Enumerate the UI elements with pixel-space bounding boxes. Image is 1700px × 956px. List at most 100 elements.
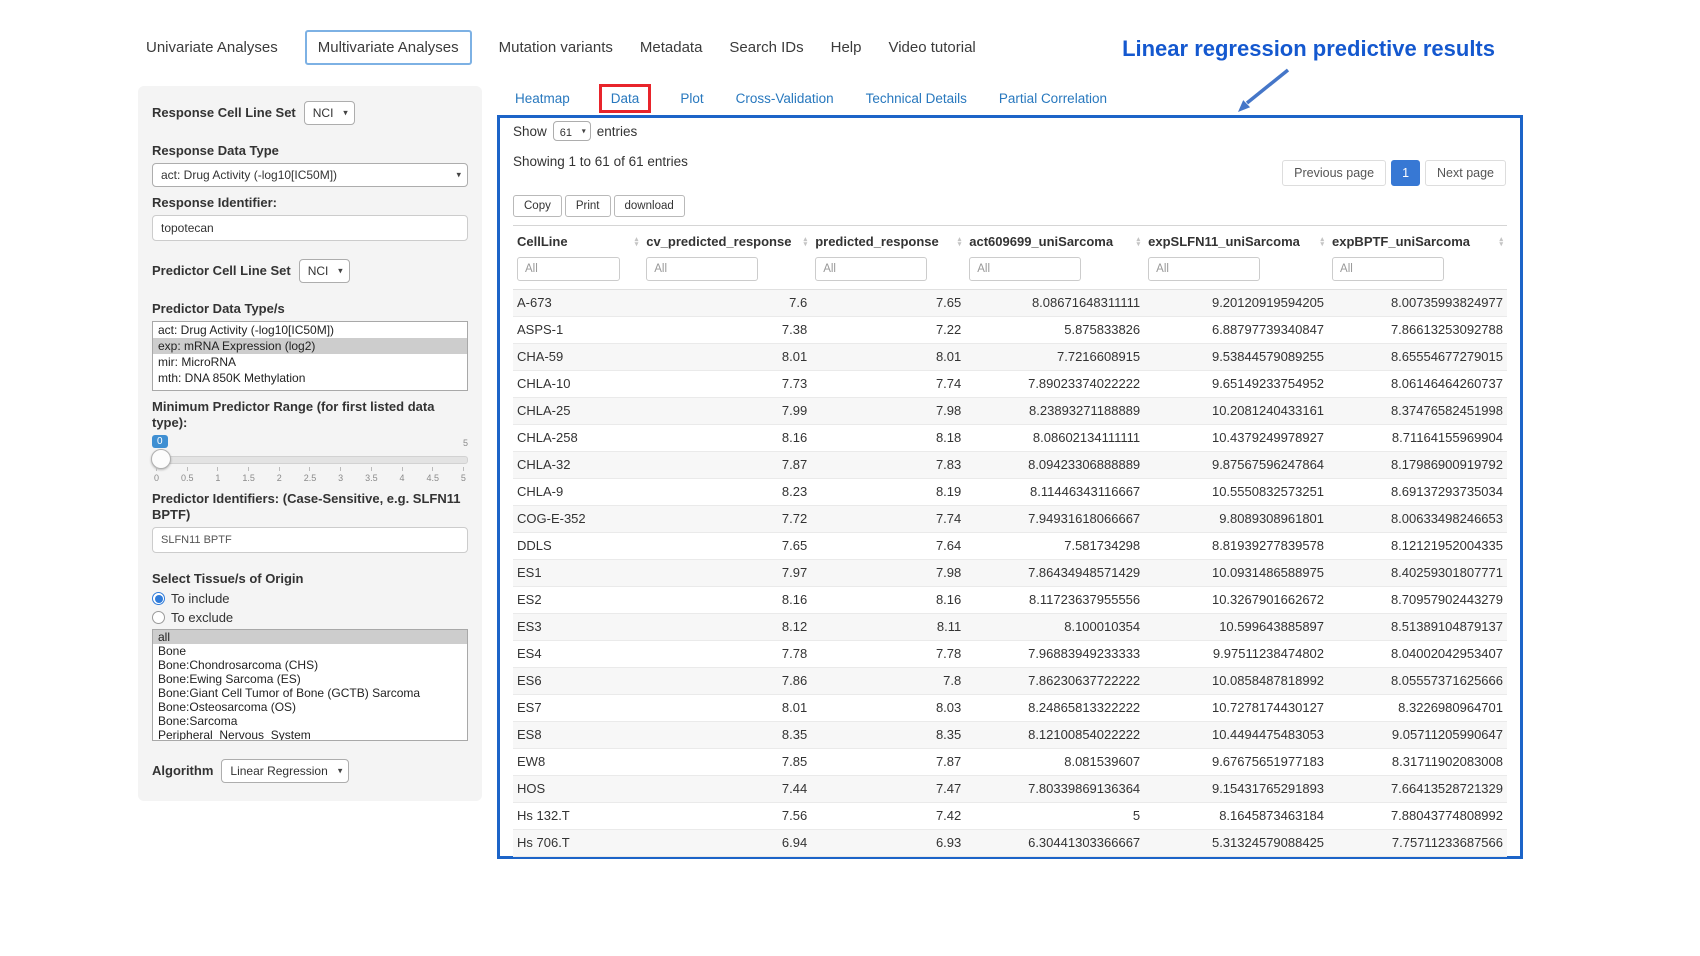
cell-line-value: ES8 bbox=[513, 722, 642, 749]
export-button-copy[interactable]: Copy bbox=[513, 195, 562, 217]
list-option-peripheral-nervous-system[interactable]: Peripheral_Nervous_System bbox=[153, 728, 467, 741]
previous-page-button[interactable]: Previous page bbox=[1282, 160, 1386, 186]
sort-desc-icon: ▾ bbox=[1499, 242, 1503, 247]
column-filter-input[interactable] bbox=[969, 257, 1081, 281]
table-row: ES17.977.987.8643494857142910.0931486588… bbox=[513, 560, 1507, 587]
sort-icon[interactable]: ▴▾ bbox=[958, 237, 962, 247]
nav-item-search-ids[interactable]: Search IDs bbox=[729, 31, 803, 64]
sort-icon[interactable]: ▴▾ bbox=[804, 237, 808, 247]
sort-icon[interactable]: ▴▾ bbox=[1137, 237, 1141, 247]
nav-item-metadata[interactable]: Metadata bbox=[640, 31, 703, 64]
nav-item-video-tutorial[interactable]: Video tutorial bbox=[888, 31, 975, 64]
predictor-identifiers-label: Predictor Identifiers: (Case-Sensitive, … bbox=[152, 491, 468, 523]
column-header-cv-predicted-response[interactable]: cv_predicted_response▴▾ bbox=[642, 226, 811, 256]
slider-tick: 1.5 bbox=[242, 467, 255, 483]
nav-item-help[interactable]: Help bbox=[831, 31, 862, 64]
cell-value: 7.85 bbox=[642, 749, 811, 776]
column-header-expslfn11-unisarcoma[interactable]: expSLFN11_uniSarcoma▴▾ bbox=[1144, 226, 1328, 256]
list-option-bone-ewing-sarcoma-es[interactable]: Bone:Ewing Sarcoma (ES) bbox=[153, 672, 467, 686]
export-button-download[interactable]: download bbox=[614, 195, 685, 217]
table-row: ES88.358.358.1210085402222210.4494475483… bbox=[513, 722, 1507, 749]
algorithm-select[interactable]: Linear Regression bbox=[221, 759, 349, 783]
nav-item-univariate-analyses[interactable]: Univariate Analyses bbox=[146, 31, 278, 64]
column-header-cellline[interactable]: CellLine▴▾ bbox=[513, 226, 642, 256]
sort-icon[interactable]: ▴▾ bbox=[1321, 237, 1325, 247]
list-option-mth-dna-850k-methylation[interactable]: mth: DNA 850K Methylation bbox=[153, 370, 467, 386]
cell-value: 9.67675651977183 bbox=[1144, 749, 1328, 776]
list-option-bone-giant-cell-tumor-of-bone-gctb-sarcoma[interactable]: Bone:Giant Cell Tumor of Bone (GCTB) Sar… bbox=[153, 686, 467, 700]
cell-value: 10.3267901662672 bbox=[1144, 587, 1328, 614]
filter-cell bbox=[1328, 255, 1507, 290]
cell-value: 7.98 bbox=[811, 398, 965, 425]
tab-heatmap[interactable]: Heatmap bbox=[512, 84, 573, 113]
list-option-act-drug-activity-log10-ic50m[interactable]: act: Drug Activity (-log10[IC50M]) bbox=[153, 322, 467, 338]
nav-item-multivariate-analyses[interactable]: Multivariate Analyses bbox=[305, 30, 472, 65]
cell-line-value: CHLA-9 bbox=[513, 479, 642, 506]
cell-value: 6.30441303366667 bbox=[965, 830, 1144, 857]
show-label: Show bbox=[513, 124, 547, 139]
cell-value: 7.65 bbox=[642, 533, 811, 560]
tab-cross-validation[interactable]: Cross-Validation bbox=[733, 84, 837, 113]
predictor-cell-line-set-select-wrap: NCI ▾ bbox=[299, 259, 350, 283]
list-option-bone-chondrosarcoma-chs[interactable]: Bone:Chondrosarcoma (CHS) bbox=[153, 658, 467, 672]
predictor-data-types-listbox[interactable]: act: Drug Activity (-log10[IC50M])exp: m… bbox=[152, 321, 468, 391]
tissue-origin-listbox[interactable]: allBoneBone:Chondrosarcoma (CHS)Bone:Ewi… bbox=[152, 629, 468, 741]
predictor-identifiers-input[interactable] bbox=[152, 527, 468, 553]
cell-value: 9.87567596247864 bbox=[1144, 452, 1328, 479]
cell-line-value: Hs 132.T bbox=[513, 803, 642, 830]
cell-value: 5.31324579088425 bbox=[1144, 830, 1328, 857]
cell-value: 7.75711233687566 bbox=[1328, 830, 1507, 857]
list-option-mir-microrna[interactable]: mir: MicroRNA bbox=[153, 354, 467, 370]
current-page-button[interactable]: 1 bbox=[1391, 160, 1420, 186]
column-header-predicted-response[interactable]: predicted_response▴▾ bbox=[811, 226, 965, 256]
sort-desc-icon: ▾ bbox=[804, 242, 808, 247]
response-cell-line-set-select[interactable]: NCI bbox=[304, 101, 355, 125]
column-filter-input[interactable] bbox=[646, 257, 758, 281]
cell-value: 8.04002042953407 bbox=[1328, 641, 1507, 668]
cell-value: 8.12100854022222 bbox=[965, 722, 1144, 749]
slider-tick: 5 bbox=[461, 467, 466, 483]
next-page-button[interactable]: Next page bbox=[1425, 160, 1506, 186]
slider-track[interactable] bbox=[152, 456, 468, 464]
tab-technical-details[interactable]: Technical Details bbox=[863, 84, 970, 113]
tab-data[interactable]: Data bbox=[599, 84, 652, 113]
radio-to-exclude[interactable]: To exclude bbox=[152, 610, 468, 625]
radio-unchecked-icon bbox=[152, 611, 165, 624]
entries-count-select[interactable]: 61 bbox=[553, 121, 591, 141]
column-header-expbptf-unisarcoma[interactable]: expBPTF_uniSarcoma▴▾ bbox=[1328, 226, 1507, 256]
nav-item-mutation-variants[interactable]: Mutation variants bbox=[499, 31, 613, 64]
list-option-bone[interactable]: Bone bbox=[153, 644, 467, 658]
sort-icon[interactable]: ▴▾ bbox=[1499, 237, 1503, 247]
column-label: act609699_uniSarcoma bbox=[969, 234, 1113, 249]
cell-line-value: COG-E-352 bbox=[513, 506, 642, 533]
tab-partial-correlation[interactable]: Partial Correlation bbox=[996, 84, 1110, 113]
column-filter-input[interactable] bbox=[1332, 257, 1444, 281]
tab-plot[interactable]: Plot bbox=[677, 84, 706, 113]
column-header-inner: cv_predicted_response▴▾ bbox=[646, 234, 807, 249]
sort-icon[interactable]: ▴▾ bbox=[635, 237, 639, 247]
column-header-act609699-unisarcoma[interactable]: act609699_uniSarcoma ▴▾ bbox=[965, 226, 1144, 256]
min-predictor-range-slider[interactable]: 0 5 00.511.522.533.544.55 bbox=[152, 435, 468, 483]
list-option-all[interactable]: all bbox=[153, 630, 467, 644]
slider-tick: 1 bbox=[215, 467, 220, 483]
cell-value: 7.80339869136364 bbox=[965, 776, 1144, 803]
response-data-type-select[interactable]: act: Drug Activity (-log10[IC50M]) bbox=[152, 163, 468, 187]
cell-value: 7.66413528721329 bbox=[1328, 776, 1507, 803]
radio-to-include[interactable]: To include bbox=[152, 591, 468, 606]
export-button-print[interactable]: Print bbox=[565, 195, 611, 217]
column-filter-input[interactable] bbox=[1148, 257, 1260, 281]
sort-desc-icon: ▾ bbox=[635, 242, 639, 247]
cell-value: 7.78 bbox=[642, 641, 811, 668]
column-filter-input[interactable] bbox=[815, 257, 927, 281]
list-option-bone-osteosarcoma-os[interactable]: Bone:Osteosarcoma (OS) bbox=[153, 700, 467, 714]
cell-line-value: ES2 bbox=[513, 587, 642, 614]
predictor-cell-line-set-select[interactable]: NCI bbox=[299, 259, 350, 283]
response-identifier-input[interactable] bbox=[152, 215, 468, 241]
predictor-data-types-label: Predictor Data Type/s bbox=[152, 301, 468, 317]
slider-handle[interactable] bbox=[151, 449, 171, 469]
list-option-exp-mrna-expression-log2[interactable]: exp: mRNA Expression (log2) bbox=[153, 338, 467, 354]
column-filter-input[interactable] bbox=[517, 257, 620, 281]
cell-value: 7.56 bbox=[642, 803, 811, 830]
list-option-bone-sarcoma[interactable]: Bone:Sarcoma bbox=[153, 714, 467, 728]
cell-line-value: ES6 bbox=[513, 668, 642, 695]
